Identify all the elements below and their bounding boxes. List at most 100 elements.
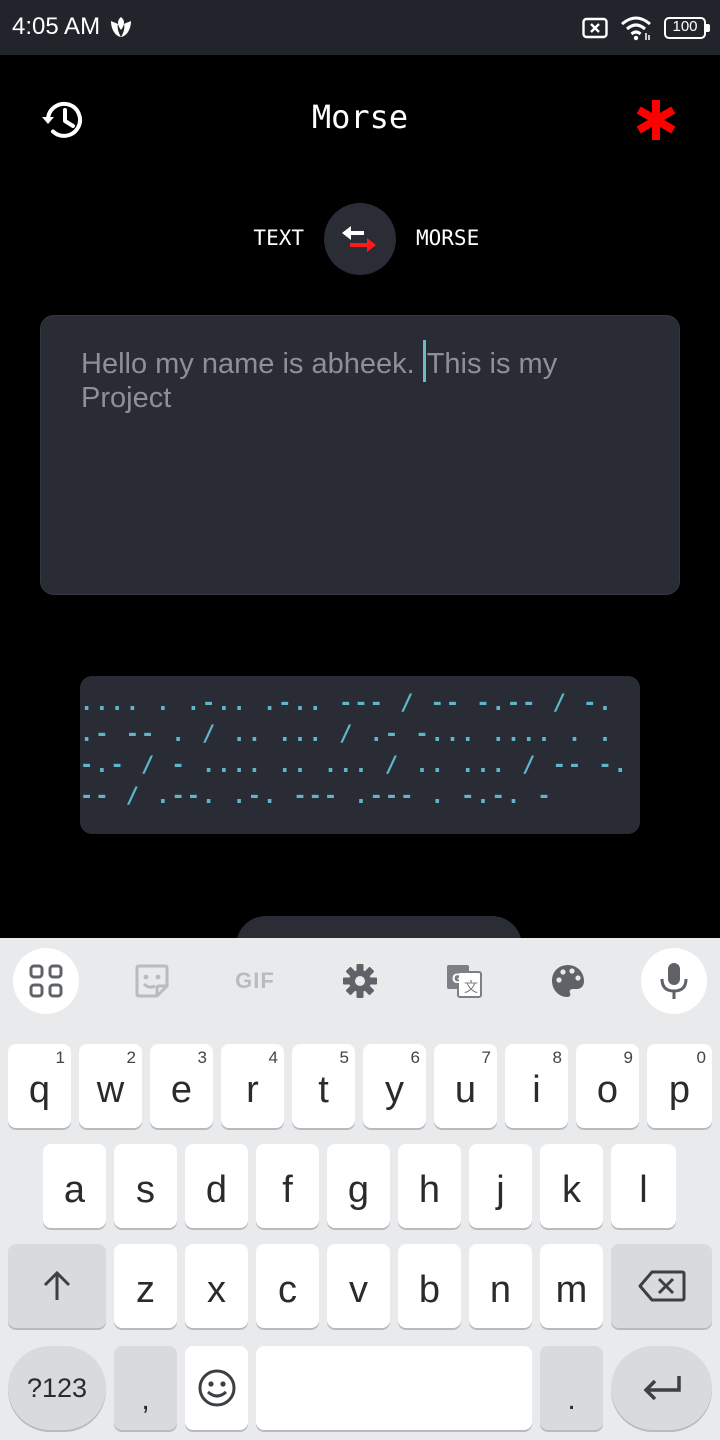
comma-key[interactable]: , [114,1346,177,1430]
key-u[interactable]: 7u [434,1044,497,1128]
sticker-icon [135,964,169,998]
asterisk-icon [636,100,676,140]
key-label: u [454,1068,477,1111]
key-hint: 0 [696,1048,706,1067]
key-hint: 8 [552,1048,562,1067]
theme-button[interactable] [535,948,601,1014]
input-text-before-cursor: Hello my name is abheek. [81,348,423,380]
key-hint: 4 [268,1048,278,1067]
key-label: l [639,1168,648,1211]
text-input-field[interactable]: Hello my name is abheek. This is my Proj… [40,315,680,595]
key-hint: 2 [126,1048,136,1067]
mode-from-label[interactable]: TEXT [200,226,304,250]
key-label: c [278,1268,297,1311]
key-label: . [567,1383,576,1416]
key-t[interactable]: 5t [292,1044,355,1128]
emoji-icon [198,1369,235,1407]
translate-button[interactable]: G 文 [431,948,497,1014]
key-label: n [489,1268,512,1311]
settings-button[interactable] [327,948,393,1014]
page-title: Morse [311,98,409,136]
mode-to-label[interactable]: MORSE [416,226,479,250]
swap-arrows-icon [342,226,376,252]
menu-button[interactable] [632,96,680,144]
swap-button[interactable] [324,203,396,275]
key-j[interactable]: j [469,1144,532,1228]
key-label: q [28,1068,51,1111]
key-y[interactable]: 6y [363,1044,426,1128]
symbols-key[interactable]: ?123 [8,1346,106,1430]
mic-icon [660,963,688,999]
apps-button[interactable] [13,948,79,1014]
wifi-icon [621,16,651,41]
key-p[interactable]: 0p [647,1044,712,1128]
shift-arrow-icon [43,1270,71,1300]
key-label: v [349,1268,368,1311]
key-f[interactable]: f [256,1144,319,1228]
key-hint: 6 [410,1048,420,1067]
key-label: r [246,1068,259,1111]
key-n[interactable]: n [469,1244,532,1328]
key-k[interactable]: k [540,1144,603,1228]
key-label: , [141,1383,150,1416]
status-time: 4:05 AM [12,13,101,40]
key-label: d [205,1168,228,1211]
key-hint: 3 [197,1048,207,1067]
key-i[interactable]: 8i [505,1044,568,1128]
key-label: k [562,1168,581,1211]
key-z[interactable]: z [114,1244,177,1328]
enter-key[interactable] [611,1346,712,1430]
key-label: f [282,1168,293,1211]
palette-icon [552,965,584,997]
apps-icon [29,964,63,998]
key-o[interactable]: 9o [576,1044,639,1128]
key-g[interactable]: g [327,1144,390,1228]
input-text[interactable]: Hello my name is abheek. This is my Proj… [81,340,641,415]
gif-button[interactable]: GIF [222,948,288,1014]
svg-text:文: 文 [464,979,478,995]
key-label: j [496,1168,505,1211]
app-notification-icon [111,17,131,37]
gif-label: GIF [235,968,275,993]
key-v[interactable]: v [327,1244,390,1328]
key-b[interactable]: b [398,1244,461,1328]
key-h[interactable]: h [398,1144,461,1228]
no-sim-icon [582,17,608,39]
key-d[interactable]: d [185,1144,248,1228]
backspace-key[interactable] [611,1244,712,1328]
translate-icon: G 文 [447,965,482,998]
voice-input-button[interactable] [641,948,707,1014]
key-hint: 7 [481,1048,491,1067]
key-l[interactable]: l [611,1144,676,1228]
key-m[interactable]: m [540,1244,603,1328]
key-r[interactable]: 4r [221,1044,284,1128]
key-hint: 5 [339,1048,349,1067]
battery-icon: 100 [664,17,710,39]
status-bar: 4:05 AM 100 [0,0,720,55]
key-e[interactable]: 3e [150,1044,213,1128]
text-cursor [422,340,426,382]
key-c[interactable]: c [256,1244,319,1328]
period-key[interactable]: . [540,1346,603,1430]
key-x[interactable]: x [185,1244,248,1328]
sticker-button[interactable] [119,948,185,1014]
key-label: b [418,1268,441,1311]
key-s[interactable]: s [114,1144,177,1228]
key-hint: 9 [623,1048,633,1067]
key-label: g [347,1168,370,1211]
key-label: i [532,1068,541,1111]
morse-output-card: .... . .-.. .-.. --- / -- -.-- / -. .- -… [80,676,640,834]
enter-icon [643,1376,681,1401]
key-label: t [318,1068,329,1111]
key-label: x [207,1268,226,1311]
key-w[interactable]: 2w [79,1044,142,1128]
key-label: h [418,1168,441,1211]
key-label: a [63,1168,86,1211]
space-key[interactable] [256,1346,532,1430]
key-a[interactable]: a [43,1144,106,1228]
key-q[interactable]: 1q [8,1044,71,1128]
emoji-key[interactable] [185,1346,248,1430]
keyboard-toolbar: GIF G 文 [0,938,720,1028]
shift-key[interactable] [8,1244,106,1328]
morse-output-text: .... . .-.. .-.. --- / -- -.-- / -. .- -… [80,691,629,809]
